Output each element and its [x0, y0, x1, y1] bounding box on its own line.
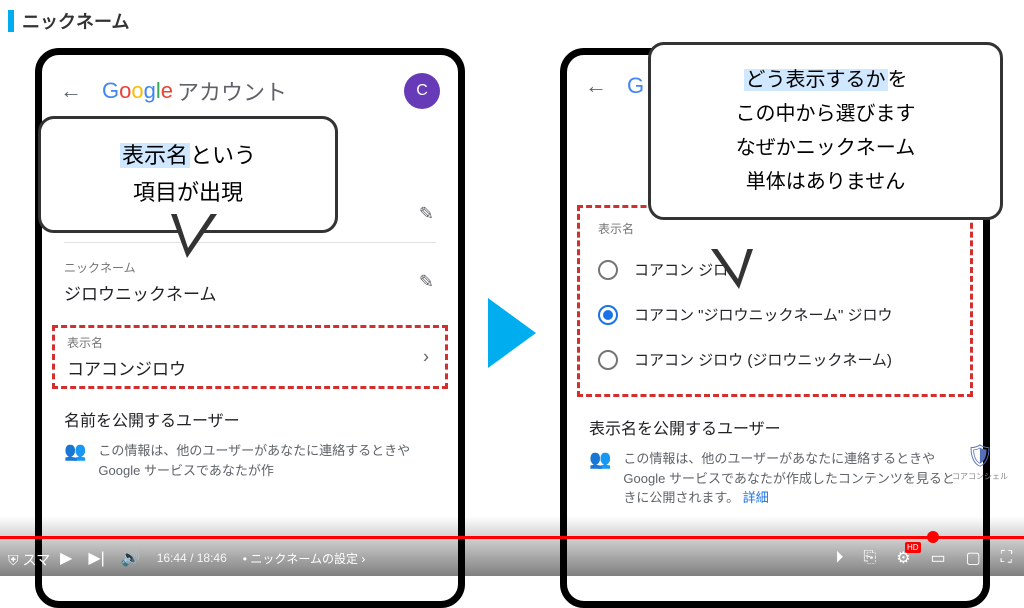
callout-left: 表示名という 項目が出現: [38, 116, 338, 233]
play-button[interactable]: ▶: [60, 548, 72, 568]
nickname-value: ジロウニックネーム: [64, 280, 436, 305]
channel-name: コアコンシェル: [952, 471, 1008, 482]
nickname-label: ニックネーム: [64, 259, 436, 276]
autoplay-toggle[interactable]: ⏵: [835, 549, 843, 567]
chevron-right-icon: ›: [423, 347, 429, 368]
slide-area: ← Google アカウント C コン ジロウ ✎ ニックネーム ジロウニックネ…: [0, 38, 1024, 546]
brand-corner: ⛨ スマ: [8, 550, 50, 570]
radio-checked-icon: [598, 305, 618, 325]
visibility-title: 表示名を公開するユーザー: [589, 415, 961, 439]
radio-label: コアコン ジロウ (ジロウニックネーム): [634, 349, 892, 370]
visibility-desc: この情報は、他のユーザーがあなたに連絡するときや Google サービスであなた…: [98, 441, 436, 480]
radio-option-2[interactable]: コアコン "ジロウニックネーム" ジロウ: [598, 292, 952, 337]
visibility-section: 表示名を公開するユーザー 👥 この情報は、他のユーザーがあなたに連絡するときや …: [567, 401, 983, 510]
app-header: ← Google アカウント C: [42, 55, 458, 115]
google-logo: G: [627, 73, 644, 99]
nickname-row[interactable]: ニックネーム ジロウニックネーム ✎: [42, 243, 458, 321]
channel-watermark[interactable]: 🛡 コアコンシェル: [952, 443, 1008, 482]
volume-button[interactable]: 🔊: [121, 548, 141, 568]
shield-icon: ⛨: [8, 552, 19, 569]
progress-track[interactable]: [0, 536, 1024, 539]
emblem-icon: 🛡: [952, 443, 1008, 469]
account-label: アカウント: [177, 75, 287, 107]
back-icon[interactable]: ←: [585, 73, 607, 99]
callout-highlight: どう表示するか: [744, 69, 888, 91]
slide-header: ニックネーム: [8, 8, 129, 34]
header-accent: [8, 10, 14, 32]
miniplayer-button[interactable]: ▭: [931, 548, 946, 568]
bubble-tail-icon: [171, 220, 221, 270]
display-name-row-highlight[interactable]: 表示名 コアコンジロウ ›: [52, 325, 448, 389]
avatar[interactable]: C: [404, 73, 440, 109]
captions-button[interactable]: ⎘: [863, 549, 876, 567]
radio-unchecked-icon: [598, 350, 618, 370]
radio-unchecked-icon: [598, 260, 618, 280]
people-icon: 👥: [589, 449, 611, 470]
people-icon: 👥: [64, 441, 86, 462]
back-icon[interactable]: ←: [60, 78, 82, 104]
callout-right: どう表示するかを この中から選びます なぜかニックネーム 単体はありません: [648, 42, 1003, 220]
visibility-title: 名前を公開するユーザー: [64, 407, 436, 431]
display-name-options-highlight: 表示名 コアコン ジロウ コアコン "ジロウニックネーム" ジロウ コアコン ジ…: [577, 205, 973, 397]
visibility-section: 名前を公開するユーザー 👥 この情報は、他のユーザーがあなたに連絡するときや G…: [42, 393, 458, 482]
visibility-desc: この情報は、他のユーザーがあなたに連絡するときや Google サービスであなた…: [623, 449, 961, 508]
video-player-bar: ⛨ スマ ▶ ▶| 🔊 16:44 / 18:46 • ニックネームの設定 › …: [0, 540, 1024, 576]
next-button[interactable]: ▶|: [88, 548, 104, 568]
google-logo: Google: [102, 78, 173, 104]
chapter-title[interactable]: • ニックネームの設定 ›: [243, 550, 366, 567]
pencil-icon[interactable]: ✎: [419, 272, 434, 293]
detail-link[interactable]: 詳細: [743, 490, 769, 505]
theater-button[interactable]: ▢: [966, 548, 981, 568]
callout-highlight: 表示名: [120, 143, 190, 168]
display-name-label: 表示名: [598, 220, 952, 237]
time-display: 16:44 / 18:46: [157, 551, 227, 565]
radio-option-1[interactable]: コアコン ジロウ: [598, 247, 952, 292]
display-name-label: 表示名: [67, 334, 433, 351]
arrow-right-icon: [488, 298, 536, 368]
display-name-value: コアコンジロウ: [67, 355, 433, 380]
pencil-icon[interactable]: ✎: [419, 203, 434, 224]
fullscreen-button[interactable]: ⛶: [1001, 549, 1012, 567]
settings-button[interactable]: ⚙: [896, 548, 910, 568]
page-title: ニックネーム: [22, 8, 129, 34]
radio-label: コアコン "ジロウニックネーム" ジロウ: [634, 304, 893, 325]
radio-option-3[interactable]: コアコン ジロウ (ジロウニックネーム): [598, 337, 952, 382]
